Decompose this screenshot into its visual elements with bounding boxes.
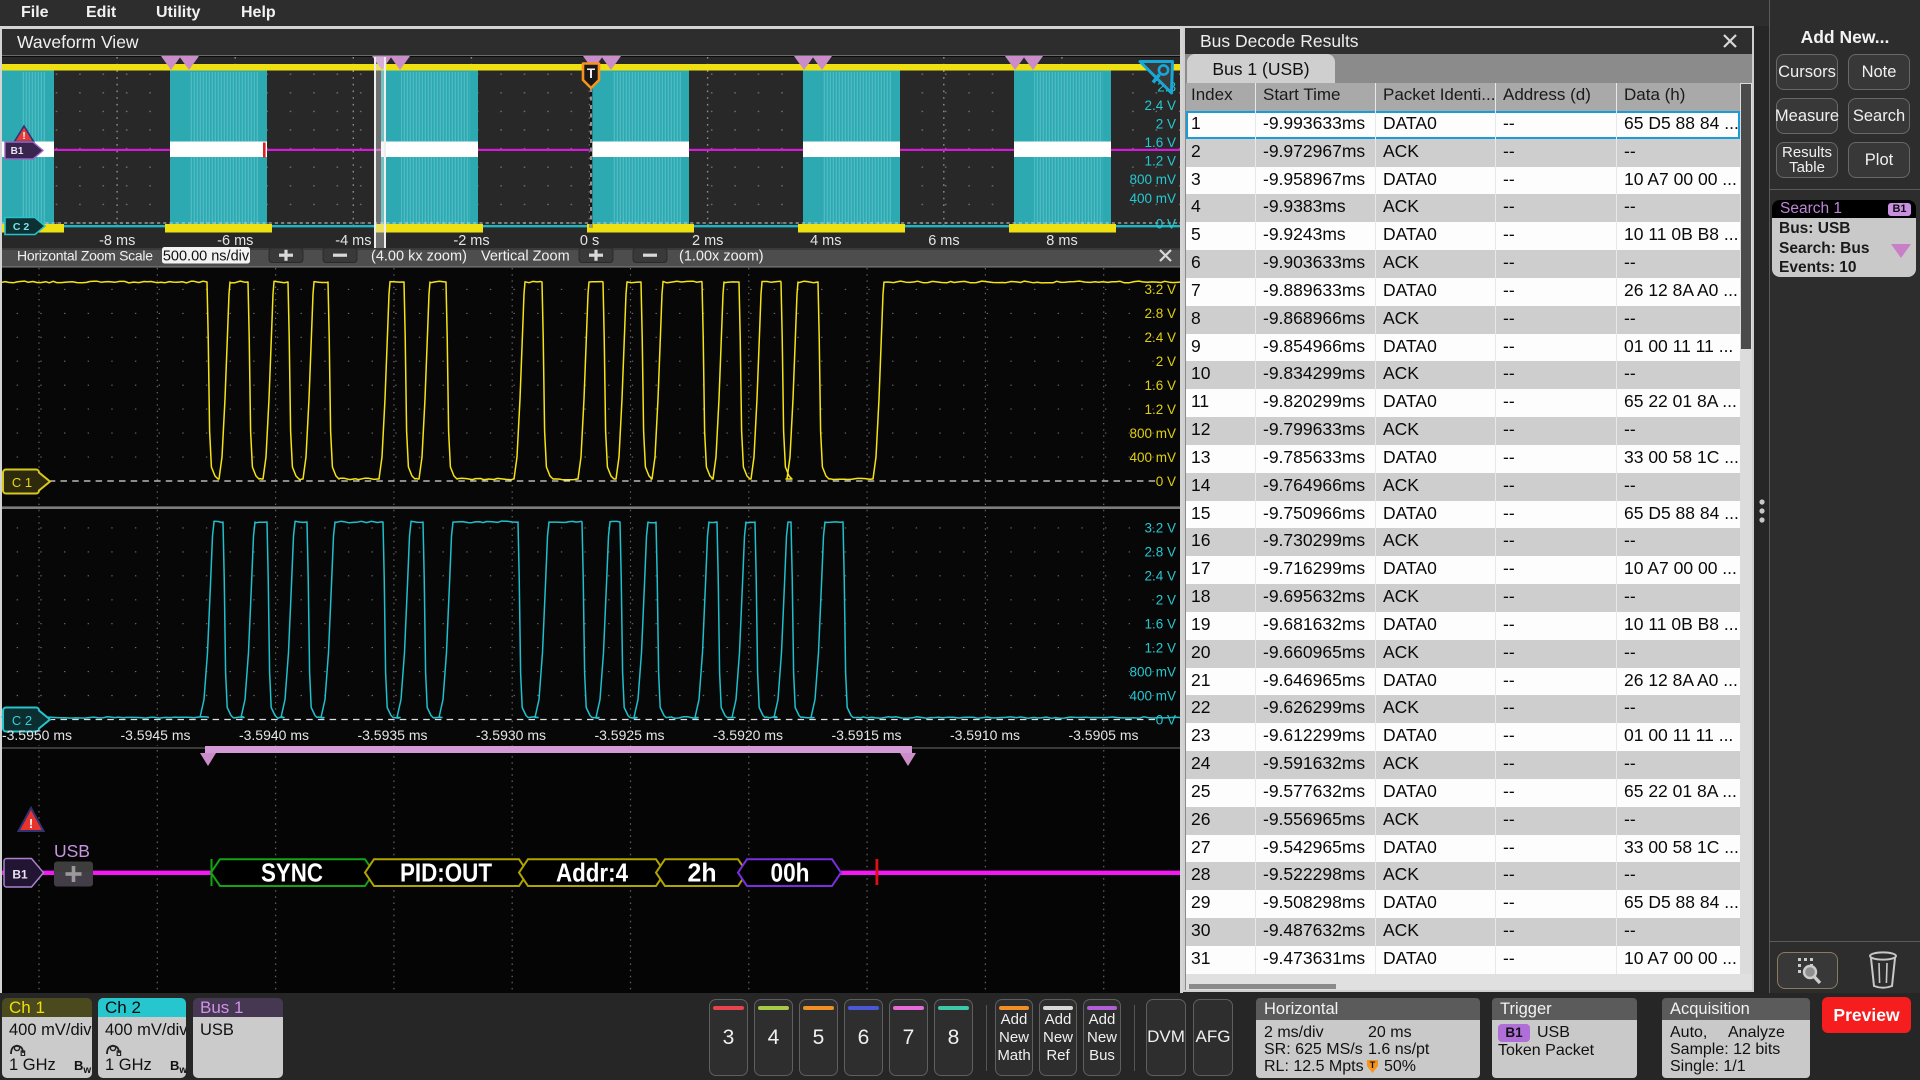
svg-text:C 2: C 2 [13, 221, 30, 233]
svg-text:-2 ms: -2 ms [453, 233, 489, 249]
svg-text:500.00 ns/div: 500.00 ns/div [163, 249, 250, 265]
svg-text:2.4 V: 2.4 V [1144, 330, 1176, 345]
svg-text:PID:OUT: PID:OUT [400, 858, 492, 888]
svg-text:-3.5945 ms: -3.5945 ms [120, 727, 190, 743]
svg-text:C 1: C 1 [12, 475, 32, 490]
svg-text:2 ms: 2 ms [692, 233, 723, 249]
svg-text:3.2 V: 3.2 V [1144, 282, 1176, 297]
svg-text:(4.00 kx zoom): (4.00 kx zoom) [371, 249, 467, 265]
svg-text:800 mV: 800 mV [1129, 172, 1176, 187]
svg-text:USB: USB [54, 841, 90, 861]
svg-text:-3.5910 ms: -3.5910 ms [950, 727, 1020, 743]
svg-text:800 mV: 800 mV [1129, 664, 1176, 679]
svg-text:2 V: 2 V [1156, 593, 1176, 608]
svg-text:800 mV: 800 mV [1129, 426, 1176, 441]
svg-text:4 ms: 4 ms [810, 233, 841, 249]
svg-text:-3.5920 ms: -3.5920 ms [713, 727, 783, 743]
svg-text:C 2: C 2 [12, 713, 32, 728]
svg-text:400 mV: 400 mV [1129, 688, 1176, 703]
svg-text:1.2 V: 1.2 V [1144, 402, 1176, 417]
svg-text:0 V: 0 V [1156, 217, 1176, 232]
svg-text:-3.5925 ms: -3.5925 ms [594, 727, 664, 743]
svg-text:-4 ms: -4 ms [335, 233, 371, 249]
svg-text:B1: B1 [12, 868, 28, 882]
svg-text:8 ms: 8 ms [1046, 233, 1077, 249]
svg-text:-3.5935 ms: -3.5935 ms [357, 727, 427, 743]
svg-text:!: ! [22, 131, 25, 142]
svg-text:-3.5905 ms: -3.5905 ms [1068, 727, 1138, 743]
svg-text:B1: B1 [11, 146, 24, 157]
svg-text:2h: 2h [688, 858, 717, 888]
svg-text:2.4 V: 2.4 V [1144, 98, 1176, 113]
svg-text:-3.5950 ms: -3.5950 ms [2, 727, 72, 743]
svg-text:1.2 V: 1.2 V [1144, 640, 1176, 655]
svg-text:1.6 V: 1.6 V [1144, 378, 1176, 393]
svg-text:-3.5915 ms: -3.5915 ms [831, 727, 901, 743]
svg-text:-6 ms: -6 ms [217, 233, 253, 249]
svg-text:-3.5930 ms: -3.5930 ms [476, 727, 546, 743]
svg-text:-3.5940 ms: -3.5940 ms [239, 727, 309, 743]
svg-text:3.2 V: 3.2 V [1144, 521, 1176, 536]
svg-text:1.2 V: 1.2 V [1144, 154, 1176, 169]
svg-text:0 V: 0 V [1156, 474, 1176, 489]
svg-text:0 s: 0 s [580, 233, 599, 249]
svg-text:Addr:4: Addr:4 [556, 858, 628, 888]
svg-text:6 ms: 6 ms [928, 233, 959, 249]
svg-text:1.6 V: 1.6 V [1144, 135, 1176, 150]
svg-text:0 V: 0 V [1156, 712, 1176, 727]
svg-text:(1.00x zoom): (1.00x zoom) [679, 249, 764, 265]
svg-text:2 V: 2 V [1156, 354, 1176, 369]
svg-text:2.8 V: 2.8 V [1144, 306, 1176, 321]
svg-text:2.8 V: 2.8 V [1144, 545, 1176, 560]
svg-text:400 mV: 400 mV [1129, 191, 1176, 206]
svg-text:2.4 V: 2.4 V [1144, 569, 1176, 584]
svg-text:T: T [587, 66, 596, 81]
svg-text:400 mV: 400 mV [1129, 450, 1176, 465]
svg-text:00h: 00h [771, 858, 810, 888]
svg-text:T: T [1370, 1060, 1376, 1070]
svg-text:!: ! [29, 816, 33, 831]
svg-text:SYNC: SYNC [261, 858, 323, 888]
svg-text:Vertical Zoom: Vertical Zoom [481, 249, 570, 265]
svg-text:1.6 V: 1.6 V [1144, 617, 1176, 632]
svg-text:2 V: 2 V [1156, 117, 1176, 132]
svg-text:Horizontal Zoom Scale: Horizontal Zoom Scale [17, 248, 153, 264]
